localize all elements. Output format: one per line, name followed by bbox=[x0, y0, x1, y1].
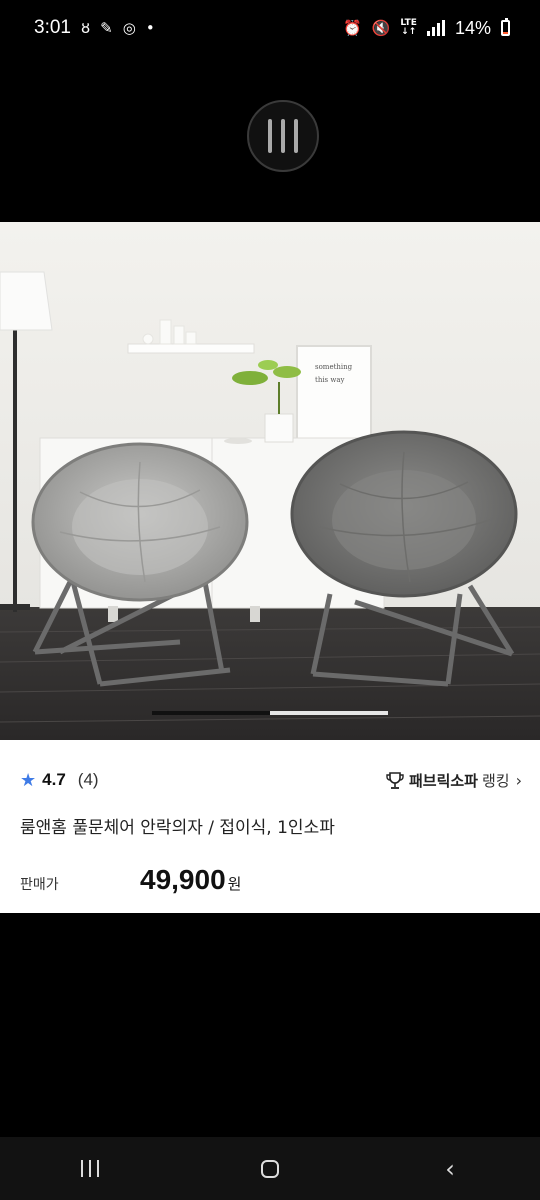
vertical-bars-icon bbox=[268, 119, 272, 153]
viewer-menu-button[interactable] bbox=[247, 100, 319, 172]
rating-row[interactable]: ★ 4.7 (4) bbox=[20, 770, 99, 790]
product-info-card: ★ 4.7 (4) 패브릭소파 랭킹 › 룸앤홈 풀문체어 안락의자 / 접이식… bbox=[0, 740, 540, 913]
battery-fill bbox=[503, 32, 508, 34]
status-left: 3:01 ȣ ✎ ◎ • bbox=[34, 17, 155, 39]
price: 49,900 원 bbox=[140, 864, 241, 896]
recents-icon bbox=[81, 1160, 99, 1177]
kakao-icon: ȣ bbox=[80, 18, 91, 37]
dot-icon: • bbox=[145, 18, 155, 37]
star-icon: ★ bbox=[20, 770, 37, 790]
notification-app-icon: ✎ bbox=[100, 18, 113, 37]
lte-label: LTE bbox=[400, 18, 417, 28]
trophy-icon bbox=[386, 771, 404, 789]
chrome-icon: ◎ bbox=[122, 18, 136, 37]
review-count: (4) bbox=[77, 770, 99, 789]
mute-icon: 🔇 bbox=[371, 18, 391, 37]
home-icon bbox=[261, 1159, 279, 1178]
carousel-active-segment bbox=[152, 711, 270, 715]
back-button[interactable]: ‹ bbox=[420, 1147, 480, 1191]
price-label: 판매가 bbox=[20, 877, 59, 893]
status-bar: 3:01 ȣ ✎ ◎ • ⏰ 🔇 LTE ↓↑ 14% bbox=[0, 0, 540, 56]
status-right: ⏰ 🔇 LTE ↓↑ 14% bbox=[343, 18, 510, 39]
price-value: 49,900 bbox=[140, 864, 226, 895]
rating-value: 4.7 bbox=[42, 770, 66, 789]
battery-icon bbox=[501, 18, 510, 36]
status-time: 3:01 bbox=[34, 17, 71, 38]
alarm-icon: ⏰ bbox=[343, 18, 362, 37]
chevron-right-icon: › bbox=[515, 771, 522, 790]
recents-button[interactable] bbox=[60, 1147, 120, 1191]
back-icon: ‹ bbox=[445, 1154, 455, 1183]
home-button[interactable] bbox=[240, 1147, 300, 1191]
lte-icon: LTE ↓↑ bbox=[400, 18, 417, 37]
ranking-category: 패브릭소파 bbox=[408, 772, 478, 790]
system-nav-bar: ‹ bbox=[0, 1137, 540, 1200]
ranking-link[interactable]: 패브릭소파 랭킹 › bbox=[385, 770, 522, 791]
carousel-indicator bbox=[152, 711, 388, 715]
chairs-photo-illustration: something this way bbox=[0, 222, 540, 740]
signal-icon bbox=[426, 20, 445, 36]
poster-text-1: something bbox=[315, 363, 353, 371]
battery-text: 14% bbox=[454, 17, 491, 38]
product-photo[interactable]: something this way bbox=[0, 222, 540, 740]
ranking-suffix: 랭킹 bbox=[481, 772, 510, 790]
product-title: 룸앤홈 풀문체어 안락의자 / 접이식, 1인소파 bbox=[20, 818, 335, 838]
poster-text-2: this way bbox=[315, 376, 345, 384]
price-unit: 원 bbox=[227, 875, 242, 893]
